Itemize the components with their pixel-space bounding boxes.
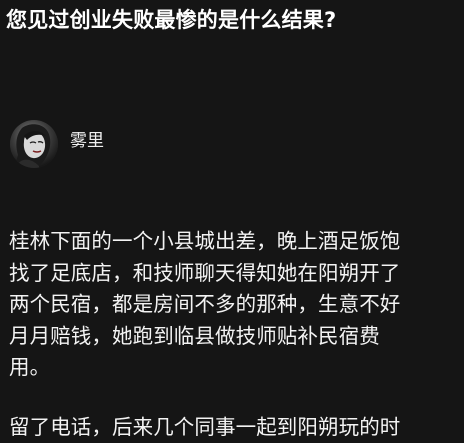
answer-paragraph: 桂林下面的一个小县城出差，晚上酒足饭饱 找了足底店，和技师聊天得知她在阳朔开了 … (9, 226, 461, 384)
answer-line: 留了电话，后来几个同事一起到阳朔玩的时 (9, 412, 461, 443)
author-row[interactable]: 雾里 (10, 118, 104, 170)
answer-paragraph: 留了电话，后来几个同事一起到阳朔玩的时 (9, 412, 461, 443)
answer-page: 您见过创业失败最惨的是什么结果? (0, 0, 464, 441)
user-avatar-icon (10, 120, 58, 168)
author-name[interactable]: 雾里 (70, 129, 104, 153)
answer-line: 找了足底店，和技师聊天得知她在阳朔开了 (9, 258, 461, 290)
answer-line: 桂林下面的一个小县城出差，晚上酒足饭饱 (9, 226, 461, 258)
answer-line: 两个民宿，都是房间不多的那种，生意不好 (9, 289, 461, 321)
avatar[interactable] (10, 120, 58, 168)
answer-body: 桂林下面的一个小县城出差，晚上酒足饭饱 找了足底店，和技师聊天得知她在阳朔开了 … (9, 226, 461, 443)
answer-line: 月月赔钱，她跑到临县做技师贴补民宿费 (9, 321, 461, 353)
question-title[interactable]: 您见过创业失败最惨的是什么结果? (6, 5, 458, 35)
answer-line: 用。 (9, 352, 461, 384)
